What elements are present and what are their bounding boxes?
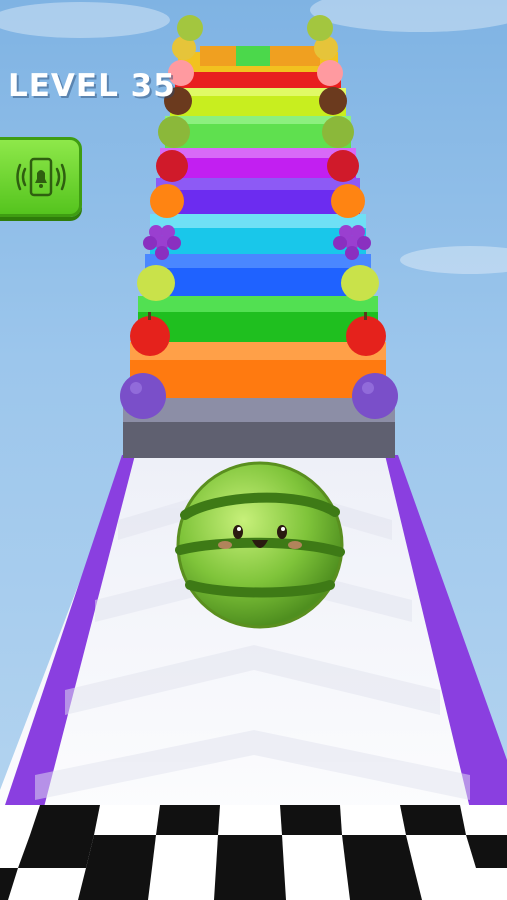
kiwi-fruit [322,116,354,148]
plum-fruit [352,373,398,419]
watermelon-player [175,461,345,629]
plum-fruit [120,373,166,419]
melon-fruit [177,15,203,41]
orange-fruit [150,184,184,218]
peach-fruit [317,60,343,86]
lemon-fruit [341,265,379,301]
finish-line-checkered [0,805,507,900]
game-scene [0,0,507,900]
pomegranate-fruit [327,150,359,182]
vibration-toggle-button[interactable] [0,137,82,217]
orange-fruit [331,184,365,218]
kiwi-fruit [158,116,190,148]
phone-vibrate-bell-icon [16,157,66,197]
pomegranate-fruit [156,150,188,182]
melon-fruit [307,15,333,41]
level-label: LEVEL 35 [8,68,176,104]
lemon-fruit [137,265,175,301]
coconut-fruit [319,87,347,115]
